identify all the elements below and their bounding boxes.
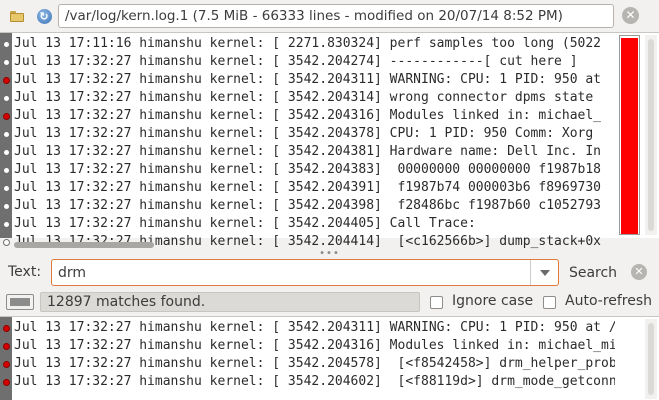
log-line[interactable]: Jul 13 17:32:27 himanshu kernel: [ 3542.…: [14, 179, 615, 197]
results-lines: Jul 13 17:32:27 himanshu kernel: [ 3542.…: [14, 319, 615, 391]
file-path-field[interactable]: /var/log/kern.log.1 (7.5 MiB - 66333 lin…: [58, 4, 614, 28]
close-icon[interactable]: ✕: [622, 7, 639, 24]
highlight-color-button[interactable]: [6, 294, 34, 310]
log-line[interactable]: Jul 13 17:32:27 himanshu kernel: [ 3542.…: [14, 143, 615, 161]
match-bookmark-icon[interactable]: [3, 325, 10, 332]
log-line[interactable]: Jul 13 17:32:27 himanshu kernel: [ 3542.…: [14, 107, 615, 125]
results-vertical-scrollbar[interactable]: [645, 319, 657, 399]
match-bookmark-icon[interactable]: [3, 361, 10, 368]
chevron-down-icon: [539, 269, 550, 276]
line-marker-icon[interactable]: [3, 167, 10, 174]
search-button[interactable]: Search: [566, 262, 620, 284]
search-history-dropdown[interactable]: [530, 260, 558, 285]
line-marker-icon[interactable]: [3, 239, 10, 246]
log-line[interactable]: Jul 13 17:32:27 himanshu kernel: [ 3542.…: [14, 89, 615, 107]
line-marker-icon[interactable]: [3, 203, 10, 210]
folder-icon: [10, 10, 24, 22]
open-file-button[interactable]: [6, 6, 28, 26]
log-line[interactable]: Jul 13 17:11:16 himanshu kernel: [ 2271.…: [14, 35, 615, 53]
ignore-case-checkbox[interactable]: [430, 296, 443, 309]
match-overview-bar[interactable]: [619, 35, 640, 235]
scrollbar-trough: [648, 323, 654, 395]
close-search-icon[interactable]: ✕: [631, 264, 647, 280]
line-marker-icon[interactable]: [3, 185, 10, 192]
reload-button[interactable]: ↻: [34, 6, 54, 26]
auto-refresh-checkbox[interactable]: [543, 296, 556, 309]
log-line[interactable]: Jul 13 17:32:27 himanshu kernel: [ 3542.…: [14, 161, 615, 179]
log-line[interactable]: Jul 13 17:32:27 himanshu kernel: [ 3542.…: [14, 53, 615, 71]
line-marker-icon[interactable]: [3, 59, 10, 66]
color-swatch-fill: [10, 298, 30, 306]
match-bookmark-icon[interactable]: [3, 77, 10, 84]
results-gutter[interactable]: [0, 317, 12, 400]
line-marker-icon[interactable]: [3, 95, 10, 102]
match-bookmark-icon[interactable]: [3, 343, 10, 350]
splitter-grip-icon: •••: [319, 248, 340, 259]
log-line[interactable]: Jul 13 17:32:27 himanshu kernel: [ 3542.…: [14, 71, 615, 89]
match-bookmark-icon[interactable]: [3, 113, 10, 120]
search-text-label: Text:: [8, 264, 42, 280]
log-line[interactable]: Jul 13 17:32:27 himanshu kernel: [ 3542.…: [14, 337, 615, 355]
vertical-scrollbar[interactable]: [645, 35, 657, 235]
log-view[interactable]: Jul 13 17:11:16 himanshu kernel: [ 2271.…: [0, 32, 659, 249]
search-input[interactable]: [52, 260, 528, 285]
search-combo[interactable]: [51, 259, 559, 286]
log-line[interactable]: Jul 13 17:32:27 himanshu kernel: [ 3542.…: [14, 373, 615, 391]
line-marker-icon[interactable]: [3, 221, 10, 228]
ignore-case-label[interactable]: Ignore case: [452, 293, 533, 309]
path-toolbar: ↻ /var/log/kern.log.1 (7.5 MiB - 66333 l…: [0, 0, 659, 32]
log-line[interactable]: Jul 13 17:32:27 himanshu kernel: [ 3542.…: [14, 355, 615, 373]
reload-icon: ↻: [36, 8, 52, 24]
bookmark-gutter[interactable]: [0, 33, 12, 246]
scrollbar-trough: [648, 39, 654, 231]
log-lines: Jul 13 17:11:16 himanshu kernel: [ 2271.…: [14, 35, 615, 251]
match-bookmark-icon[interactable]: [3, 379, 10, 386]
line-marker-icon[interactable]: [3, 131, 10, 138]
match-count-status: 12897 matches found.: [40, 292, 420, 312]
log-line[interactable]: Jul 13 17:32:27 himanshu kernel: [ 3542.…: [14, 319, 615, 337]
filtered-results-view[interactable]: Jul 13 17:32:27 himanshu kernel: [ 3542.…: [0, 316, 659, 400]
pane-splitter[interactable]: •••: [0, 248, 659, 259]
horizontal-scroll-thumb[interactable]: [14, 242, 154, 248]
line-marker-icon[interactable]: [3, 41, 10, 48]
log-line[interactable]: Jul 13 17:32:27 himanshu kernel: [ 3542.…: [14, 197, 615, 215]
auto-refresh-label[interactable]: Auto-refresh: [565, 293, 652, 309]
horizontal-scrollbar[interactable]: [14, 240, 618, 250]
log-line[interactable]: Jul 13 17:32:27 himanshu kernel: [ 3542.…: [14, 215, 615, 233]
line-marker-icon[interactable]: [3, 149, 10, 156]
match-marker: [621, 38, 638, 234]
log-line[interactable]: Jul 13 17:32:27 himanshu kernel: [ 3542.…: [14, 125, 615, 143]
